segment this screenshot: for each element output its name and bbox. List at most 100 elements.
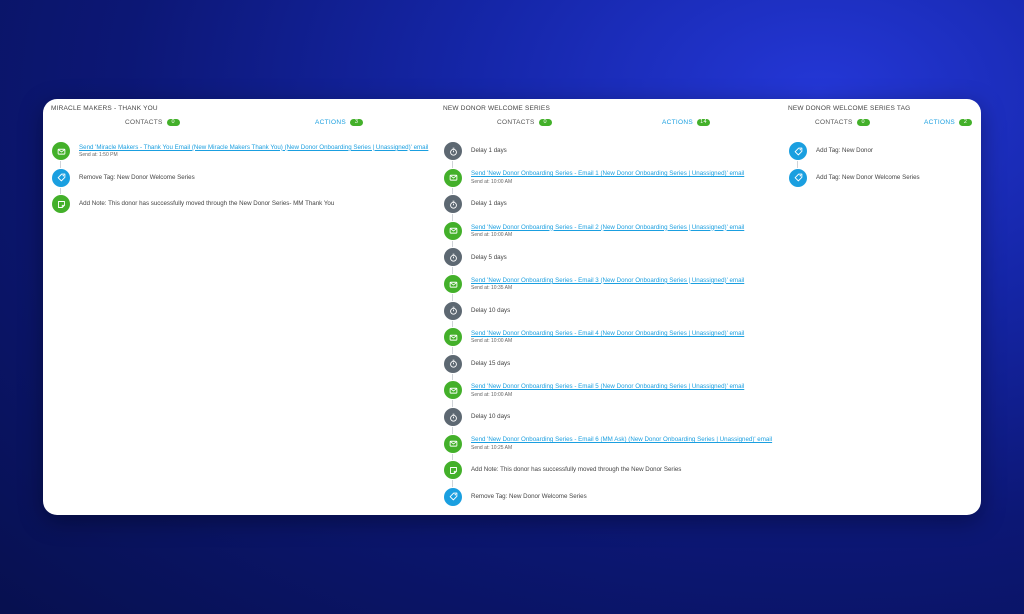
automation-step[interactable]: Delay 10 days — [443, 407, 510, 427]
automation-step[interactable]: Send 'New Donor Onboarding Series - Emai… — [443, 380, 744, 401]
envelope-icon — [51, 141, 71, 161]
automation-step[interactable]: Send 'New Donor Onboarding Series - Emai… — [443, 167, 744, 188]
envelope-icon — [443, 220, 463, 241]
envelope-icon — [443, 167, 463, 188]
stopwatch-icon — [443, 407, 463, 427]
step-label: Add Note: This donor has successfully mo… — [79, 200, 335, 208]
step-text: Add Note: This donor has successfully mo… — [471, 466, 681, 473]
step-label: Remove Tag: New Donor Welcome Series — [471, 493, 587, 501]
actions-stat[interactable]: ACTIONS 2 — [924, 119, 972, 126]
send-time: Send at: 10:00 AM — [471, 391, 513, 398]
step-text: Send 'New Donor Onboarding Series - Emai… — [471, 330, 744, 344]
send-time: Send at: 10:00 AM — [471, 178, 513, 185]
contacts-count-badge: 0 — [856, 119, 870, 126]
step-text: Send 'New Donor Onboarding Series - Emai… — [471, 383, 744, 397]
automation-step[interactable]: Add Tag: New Donor Welcome Series — [788, 167, 920, 188]
step-label: Delay 1 days — [471, 147, 507, 155]
contacts-label: CONTACTS — [497, 119, 535, 127]
stopwatch-icon — [443, 141, 463, 161]
step-text: Delay 15 days — [471, 360, 510, 367]
automation-step[interactable]: Add Tag: New Donor — [788, 141, 873, 161]
envelope-icon — [443, 380, 463, 401]
step-label: Add Note: This donor has successfully mo… — [471, 466, 682, 474]
stopwatch-icon — [443, 194, 463, 215]
step-text: Add Tag: New Donor Welcome Series — [816, 174, 920, 181]
contacts-stat[interactable]: CONTACTS 0 — [815, 119, 870, 126]
actions-count-badge: 3 — [350, 119, 363, 126]
actions-stat[interactable]: ACTIONS 14 — [662, 119, 710, 126]
actions-label: ACTIONS — [315, 119, 346, 127]
automation-step[interactable]: Delay 1 days — [443, 141, 507, 161]
automation-step[interactable]: Add Note: This donor has successfully mo… — [443, 460, 681, 481]
actions-count-badge: 14 — [697, 119, 710, 126]
column-title: NEW DONOR WELCOME SERIES TAG — [788, 105, 911, 112]
actions-label: ACTIONS — [662, 119, 693, 127]
stopwatch-icon — [443, 300, 463, 321]
envelope-icon — [443, 433, 463, 454]
automations-card: MIRACLE MAKERS - THANK YOU CONTACTS 0 ACT… — [43, 99, 981, 515]
actions-stat[interactable]: ACTIONS 3 — [315, 119, 363, 126]
step-label: Add Tag: New Donor Welcome Series — [816, 173, 920, 181]
step-text: Delay 5 days — [471, 254, 507, 261]
column-title: NEW DONOR WELCOME SERIES — [443, 105, 551, 112]
step-text: Send 'New Donor Onboarding Series - Emai… — [471, 170, 744, 184]
email-step-link[interactable]: Send 'New Donor Onboarding Series - Emai… — [471, 330, 744, 337]
send-time: Send at: 1:50 PM — [79, 152, 118, 159]
email-step-link[interactable]: Send 'New Donor Onboarding Series - Emai… — [471, 224, 744, 231]
step-text: Delay 1 days — [471, 200, 507, 207]
automation-step[interactable]: Delay 15 days — [443, 353, 510, 374]
automation-step[interactable]: Send 'New Donor Onboarding Series - Emai… — [443, 433, 772, 454]
automation-step[interactable]: Send 'New Donor Onboarding Series - Emai… — [443, 220, 744, 241]
step-label: Delay 10 days — [471, 413, 511, 421]
automation-step[interactable]: Send 'Miracle Makers - Thank You Email (… — [51, 141, 428, 161]
step-text: Delay 10 days — [471, 307, 510, 314]
step-text: Remove Tag: New Donor Welcome Series — [79, 174, 195, 181]
email-step-link[interactable]: Send 'New Donor Onboarding Series - Emai… — [471, 277, 744, 284]
step-text: Send 'New Donor Onboarding Series - Emai… — [471, 224, 744, 238]
step-text: Delay 1 days — [471, 147, 507, 154]
automation-step[interactable]: Remove Tag: New Donor Welcome Series — [51, 167, 195, 188]
automation-step[interactable]: Add Note: This donor has successfully mo… — [51, 194, 335, 215]
contacts-stat[interactable]: CONTACTS 0 — [497, 119, 552, 126]
send-time: Send at: 10:25 AM — [471, 444, 513, 451]
step-text: Add Tag: New Donor — [816, 147, 873, 154]
envelope-icon — [443, 327, 463, 348]
column-title: MIRACLE MAKERS - THANK YOU — [51, 105, 158, 112]
step-text: Remove Tag: New Donor Welcome Series — [471, 493, 587, 500]
tag-icon — [443, 486, 463, 507]
email-step-link[interactable]: Send 'New Donor Onboarding Series - Emai… — [471, 383, 744, 390]
automation-step[interactable]: Send 'New Donor Onboarding Series - Emai… — [443, 327, 744, 348]
email-step-link[interactable]: Send 'New Donor Onboarding Series - Emai… — [471, 436, 772, 443]
step-label: Delay 5 days — [471, 253, 507, 261]
actions-label: ACTIONS — [924, 119, 955, 127]
contacts-label: CONTACTS — [125, 119, 163, 127]
contacts-label: CONTACTS — [815, 119, 853, 127]
step-text: Delay 10 days — [471, 413, 510, 420]
automation-step[interactable]: Send 'New Donor Onboarding Series - Emai… — [443, 274, 744, 294]
automation-step[interactable]: Delay 1 days — [443, 194, 507, 215]
send-time: Send at: 10:00 AM — [471, 338, 513, 345]
envelope-icon — [443, 274, 463, 294]
send-time: Send at: 10:00 AM — [471, 232, 513, 239]
contacts-count-badge: 0 — [166, 119, 180, 126]
automation-step[interactable]: Delay 10 days — [443, 300, 510, 321]
step-label: Delay 15 days — [471, 360, 511, 368]
step-text: Send 'New Donor Onboarding Series - Emai… — [471, 436, 772, 450]
tag-icon — [51, 167, 71, 188]
email-step-link[interactable]: Send 'New Donor Onboarding Series - Emai… — [471, 170, 744, 177]
automation-step[interactable]: Remove Tag: New Donor Welcome Series — [443, 486, 587, 507]
step-label: Add Tag: New Donor — [816, 147, 873, 155]
tag-icon — [788, 141, 808, 161]
actions-count-badge: 2 — [959, 119, 972, 126]
email-step-link[interactable]: Send 'Miracle Makers - Thank You Email (… — [79, 144, 428, 151]
stopwatch-icon — [443, 247, 463, 268]
contacts-count-badge: 0 — [538, 119, 552, 126]
contacts-stat[interactable]: CONTACTS 0 — [125, 119, 180, 126]
tag-icon — [788, 167, 808, 188]
step-label: Delay 10 days — [471, 306, 511, 314]
note-icon — [443, 460, 463, 481]
automation-step[interactable]: Delay 5 days — [443, 247, 507, 268]
step-label: Delay 1 days — [471, 200, 507, 208]
stopwatch-icon — [443, 353, 463, 374]
step-text: Send 'Miracle Makers - Thank You Email (… — [79, 144, 428, 158]
